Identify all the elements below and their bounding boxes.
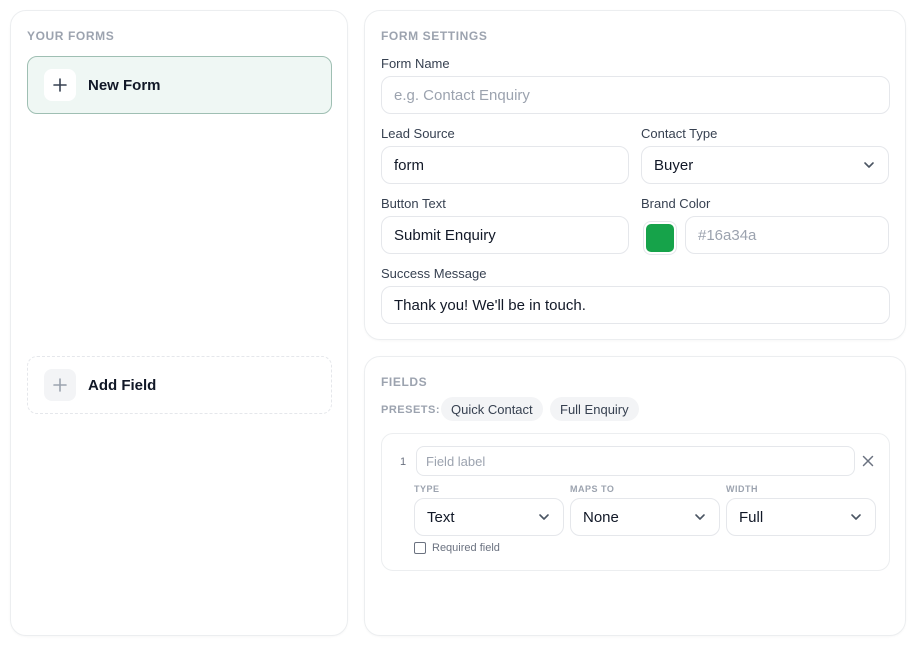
fields-title: FIELDS xyxy=(381,375,428,389)
field-maps-to-select[interactable]: None xyxy=(570,498,720,536)
field-width-select[interactable]: Full xyxy=(726,498,876,536)
required-field-label: Required field xyxy=(432,542,500,554)
chevron-down-icon xyxy=(864,162,874,168)
new-form-label: New Form xyxy=(88,76,161,94)
add-field-label: Add Field xyxy=(88,376,157,394)
brand-color-hex-input[interactable]: #16a34a xyxy=(685,216,889,254)
form-settings-title: FORM SETTINGS xyxy=(381,29,488,43)
lead-source-label: Lead Source xyxy=(381,126,455,141)
button-text-label: Button Text xyxy=(381,196,446,211)
chevron-down-icon xyxy=(695,514,705,520)
width-label: WIDTH xyxy=(726,484,758,494)
field-label-input[interactable]: Field label xyxy=(416,446,855,476)
close-icon[interactable] xyxy=(860,453,876,469)
new-form-button[interactable]: New Form xyxy=(27,56,332,114)
form-settings-panel: FORM SETTINGS Form Name e.g. Contact Enq… xyxy=(364,10,906,340)
preset-quick-contact[interactable]: Quick Contact xyxy=(441,397,543,421)
form-name-input[interactable]: e.g. Contact Enquiry xyxy=(381,76,890,114)
field-maps-to-value: None xyxy=(583,508,619,526)
forms-sidebar: YOUR FORMS New Form Add Field xyxy=(10,10,348,636)
chevron-down-icon xyxy=(539,514,549,520)
plus-icon xyxy=(44,369,76,401)
presets-label: PRESETS: xyxy=(381,404,441,416)
your-forms-title: YOUR FORMS xyxy=(27,29,115,43)
field-width-value: Full xyxy=(739,508,764,526)
success-message-label: Success Message xyxy=(381,266,487,281)
button-text-input[interactable]: Submit Enquiry xyxy=(381,216,629,254)
field-row: 1 Field label TYPE Text MAPS TO None WID… xyxy=(381,433,890,571)
brand-color-swatch[interactable] xyxy=(643,221,677,255)
field-index: 1 xyxy=(400,456,407,468)
field-type-value: Text xyxy=(427,508,455,526)
brand-color-fill xyxy=(646,224,674,252)
type-label: TYPE xyxy=(414,484,440,494)
success-message-input[interactable]: Thank you! We'll be in touch. xyxy=(381,286,890,324)
required-field-row[interactable]: Required field xyxy=(414,542,500,554)
form-name-label: Form Name xyxy=(381,56,450,71)
required-checkbox[interactable] xyxy=(414,542,426,554)
contact-type-label: Contact Type xyxy=(641,126,718,141)
maps-to-label: MAPS TO xyxy=(570,484,615,494)
chevron-down-icon xyxy=(851,514,861,520)
contact-type-value: Buyer xyxy=(654,156,694,174)
contact-type-select[interactable]: Buyer xyxy=(641,146,889,184)
plus-icon xyxy=(44,69,76,101)
fields-panel: FIELDS PRESETS: Quick Contact Full Enqui… xyxy=(364,356,906,636)
field-type-select[interactable]: Text xyxy=(414,498,564,536)
lead-source-input[interactable]: form xyxy=(381,146,629,184)
add-field-button[interactable]: Add Field xyxy=(27,356,332,414)
preset-full-enquiry[interactable]: Full Enquiry xyxy=(550,397,639,421)
brand-color-label: Brand Color xyxy=(641,196,711,211)
